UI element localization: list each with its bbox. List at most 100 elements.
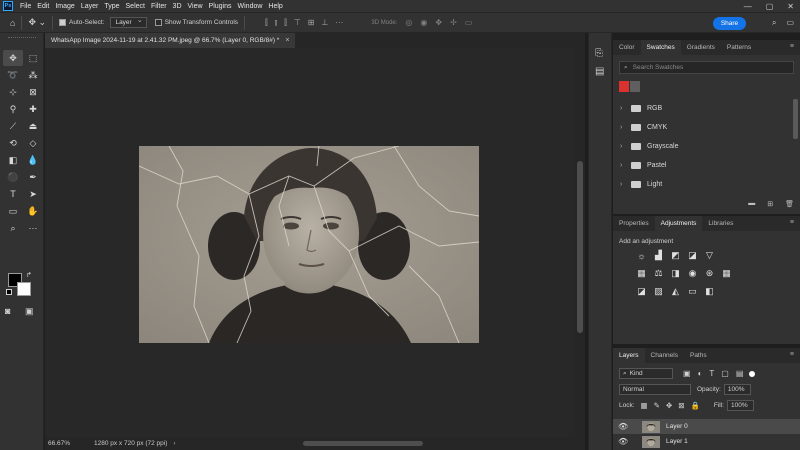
move-tool-preset-icon[interactable]: ✥ ⌄ (28, 17, 46, 28)
threshold-icon[interactable]: ◭ (670, 286, 681, 297)
eyedropper-tool-icon[interactable]: ⚲ (3, 101, 23, 117)
share-button[interactable]: Share (713, 17, 746, 30)
tab-patterns[interactable]: Patterns (721, 40, 757, 55)
tab-channels[interactable]: Channels (645, 348, 684, 363)
hand-tool-icon[interactable]: ✋ (23, 203, 43, 219)
curves-icon[interactable]: ◩ (670, 250, 681, 261)
blend-mode-dropdown[interactable]: Normal (619, 384, 691, 395)
align-center-icon[interactable]: ⫾ (275, 18, 278, 28)
panel-menu-icon[interactable]: ≡ (790, 219, 794, 226)
history-brush-tool-icon[interactable]: ⟲ (3, 135, 23, 151)
status-menu-icon[interactable]: › (173, 440, 175, 447)
background-color-swatch[interactable] (17, 282, 31, 296)
auto-select-checkbox[interactable]: Auto-Select: (59, 19, 104, 26)
spot-healing-tool-icon[interactable]: ✚ (23, 101, 43, 117)
vertical-scrollbar-thumb[interactable] (577, 161, 583, 333)
swap-colors-icon[interactable]: ↱ (26, 271, 32, 279)
layer-kind-filter-dropdown[interactable]: ⌕ Kind (619, 368, 673, 379)
swatch-folder-cmyk[interactable]: › CMYK (613, 118, 800, 137)
gradient-map-icon[interactable]: ▭ (687, 286, 698, 297)
adjustment-layer-filter-icon[interactable]: ◐ (698, 369, 703, 378)
menu-edit[interactable]: Edit (34, 3, 52, 10)
recent-swatch-red[interactable] (619, 81, 629, 92)
dodge-tool-icon[interactable]: ⚫ (3, 169, 23, 185)
recent-swatch-gray[interactable] (630, 81, 640, 92)
zoom-level[interactable]: 66.67% (48, 440, 86, 447)
delete-icon[interactable]: 🗑 (785, 200, 794, 208)
align-middle-icon[interactable]: ⊞ (308, 18, 315, 28)
close-document-icon[interactable]: × (285, 37, 289, 44)
chevron-right-icon[interactable]: › (620, 105, 629, 112)
close-icon[interactable]: ✕ (787, 2, 794, 11)
quick-mask-icon[interactable]: ◙ (5, 306, 10, 316)
tab-color[interactable]: Color (613, 40, 641, 55)
menu-view[interactable]: View (185, 3, 206, 10)
search-icon[interactable]: ⌕ (772, 18, 776, 28)
swatch-folder-rgb[interactable]: › RGB (613, 99, 800, 118)
vertical-scrollbar[interactable] (575, 48, 585, 437)
history-panel-icon[interactable]: ⎘ (595, 48, 603, 59)
menu-help[interactable]: Help (265, 3, 285, 10)
chevron-right-icon[interactable]: › (620, 124, 629, 131)
menu-image[interactable]: Image (52, 3, 77, 10)
menu-plugins[interactable]: Plugins (206, 3, 235, 10)
slide-3d-icon[interactable]: ✢ (450, 18, 457, 27)
panel-menu-icon[interactable]: ≡ (790, 351, 794, 358)
more-tools-icon[interactable]: ··· (23, 220, 43, 236)
frame-tool-icon[interactable]: ⊠ (23, 84, 43, 100)
new-group-icon[interactable]: ▬ (748, 200, 755, 208)
marquee-tool-icon[interactable]: ⬚ (23, 50, 43, 66)
checkbox-icon[interactable] (59, 19, 67, 26)
chevron-right-icon[interactable]: › (620, 143, 629, 150)
eraser-tool-icon[interactable]: ◇ (23, 135, 43, 151)
menu-layer[interactable]: Layer (78, 3, 102, 10)
smart-object-filter-icon[interactable]: ▤ (736, 369, 744, 378)
path-selection-tool-icon[interactable]: ➤ (23, 186, 43, 202)
type-tool-icon[interactable]: T (3, 186, 23, 202)
swatch-folder-grayscale[interactable]: › Grayscale (613, 137, 800, 156)
more-options-icon[interactable]: ··· (335, 18, 343, 28)
lock-artboard-icon[interactable]: ⊠ (678, 401, 684, 410)
lock-position-icon[interactable]: ✥ (666, 401, 672, 410)
lock-transparency-icon[interactable]: ▦ (641, 401, 648, 410)
opacity-input[interactable]: 100% (723, 384, 751, 395)
black-white-icon[interactable]: ◨ (670, 268, 681, 279)
menu-window[interactable]: Window (235, 3, 266, 10)
comments-panel-icon[interactable]: ▤ (595, 66, 604, 77)
chevron-right-icon[interactable]: › (620, 181, 629, 188)
tab-adjustments[interactable]: Adjustments (654, 216, 703, 231)
pen-tool-icon[interactable]: ✒ (23, 169, 43, 185)
photo-filter-icon[interactable]: ◉ (687, 268, 698, 279)
new-swatch-icon[interactable]: ⊞ (767, 200, 773, 208)
roll-3d-icon[interactable]: ◉ (420, 18, 427, 27)
move-tool-icon[interactable]: ✥ (3, 50, 23, 66)
tab-properties[interactable]: Properties (613, 216, 655, 231)
tab-gradients[interactable]: Gradients (681, 40, 721, 55)
scale-3d-icon[interactable]: ▭ (465, 18, 473, 27)
swatch-folder-pastel[interactable]: › Pastel (613, 156, 800, 175)
tab-swatches[interactable]: Swatches (640, 40, 681, 55)
lock-all-icon[interactable]: 🔒 (691, 401, 700, 410)
toolbar-grip[interactable] (8, 37, 36, 40)
layer-row[interactable]: 👁 Layer 1 (613, 434, 800, 449)
lasso-tool-icon[interactable]: ➰ (3, 67, 23, 83)
default-colors-icon[interactable] (6, 289, 12, 295)
crop-tool-icon[interactable]: ⊹ (3, 84, 23, 100)
exposure-icon[interactable]: ◪ (687, 250, 698, 261)
visibility-eye-icon[interactable]: 👁 (618, 422, 632, 431)
stamp-tool-icon[interactable]: ⏏ (23, 118, 43, 134)
chevron-right-icon[interactable]: › (620, 162, 629, 169)
tab-paths[interactable]: Paths (684, 348, 713, 363)
align-top-icon[interactable]: ⊤ (294, 18, 301, 28)
fill-input[interactable]: 100% (726, 400, 754, 411)
swatch-folder-light[interactable]: › Light (613, 175, 800, 194)
align-bottom-icon[interactable]: ⊥ (321, 18, 328, 28)
home-icon[interactable]: ⌂ (10, 18, 15, 28)
levels-icon[interactable]: ▟ (653, 250, 664, 261)
type-layer-filter-icon[interactable]: T (709, 369, 714, 378)
channel-mixer-icon[interactable]: ⊛ (704, 268, 715, 279)
panel-menu-icon[interactable]: ≡ (790, 43, 794, 50)
menu-select[interactable]: Select (123, 3, 148, 10)
zoom-tool-icon[interactable]: ⌕ (3, 220, 23, 236)
canvas-photo[interactable] (139, 146, 479, 343)
